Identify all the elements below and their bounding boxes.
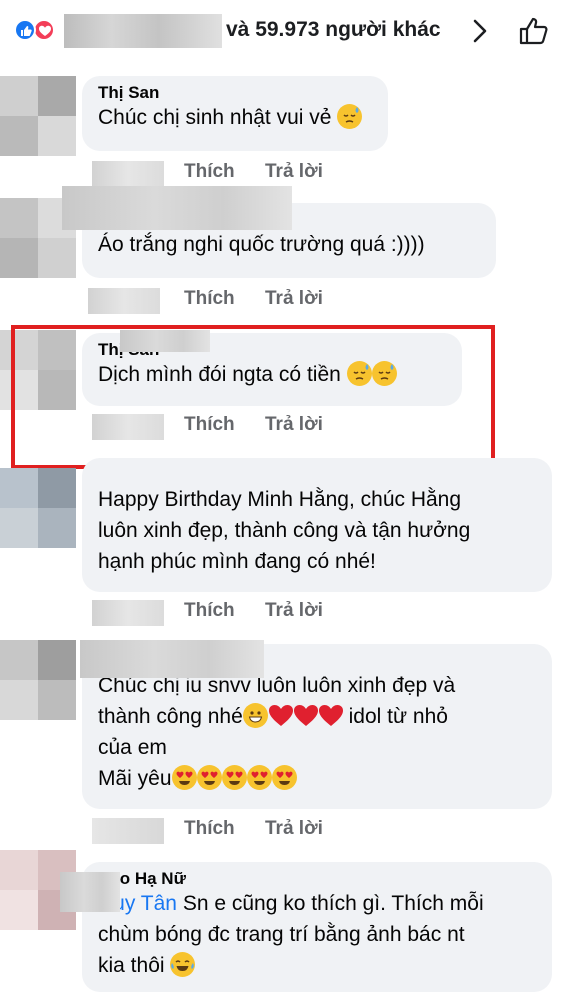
comment-line: thành công nhé [98, 705, 243, 728]
reply-button[interactable]: Trả lời [265, 818, 323, 840]
reactions-header[interactable]: và 59.973 người khác [0, 0, 570, 62]
reply-button[interactable]: Trả lời [265, 288, 323, 310]
heart-eyes-emoji [171, 765, 197, 790]
like-reaction-icon [14, 19, 36, 41]
comment-actions: Thích Trả lời [92, 161, 392, 187]
comment-line: hạnh phúc mình đang có nhé! [98, 550, 376, 573]
reply-button[interactable]: Trả lời [265, 600, 323, 622]
thumbs-up-icon[interactable] [518, 16, 550, 46]
red-heart-emoji [293, 703, 318, 728]
blurred-reactor-names [64, 14, 222, 48]
avatar[interactable] [0, 468, 76, 548]
comment-actions: Thích Trả lời [92, 818, 392, 844]
like-button[interactable]: Thích [184, 600, 235, 622]
chevron-right-icon[interactable] [472, 19, 488, 43]
reply-button[interactable]: Trả lời [265, 161, 323, 183]
comment-line: của em [98, 736, 167, 759]
red-heart-emoji [318, 703, 343, 728]
comment-line: luôn xinh đẹp, thành công và tận hưởng [98, 519, 471, 542]
comment-bubble: Thị San Chúc chị sinh nhật vui vẻ [82, 76, 388, 151]
avatar[interactable] [0, 76, 76, 156]
comment-line: chùm bóng đc trang trí bằng ảnh bác nt [98, 923, 465, 946]
timestamp [92, 161, 164, 187]
love-reaction-icon [33, 19, 55, 41]
heart-eyes-emoji [196, 765, 222, 790]
reaction-count-text[interactable]: và 59.973 người khác [226, 18, 441, 42]
heart-eyes-emoji [221, 765, 247, 790]
comment-author[interactable]: Thị San [98, 86, 372, 102]
heart-eyes-emoji [246, 765, 272, 790]
timestamp [92, 818, 164, 844]
tears-of-joy-emoji [170, 952, 196, 977]
comment-text: Chúc chị sinh nhật vui vẻ [98, 106, 332, 129]
like-button[interactable]: Thích [184, 288, 235, 310]
comment-text: Áo trắng nghi quốc trường quá :)))) [98, 233, 425, 256]
avatar[interactable] [0, 640, 76, 720]
heart-eyes-emoji [271, 765, 297, 790]
comment-bubble: Đào Hạ Nữ Duy Tân Sn e cũng ko thích gì.… [82, 862, 552, 992]
blurred-author-name [62, 186, 292, 230]
timestamp [92, 600, 164, 626]
timestamp [88, 288, 160, 314]
comment-line: idol từ nhỏ [348, 705, 448, 728]
comment-line: Mãi yêu [98, 767, 172, 790]
comment-bubble: Happy Birthday Minh Hằng, chúc Hằng luôn… [82, 458, 552, 592]
downcast-sweat-emoji [337, 104, 363, 129]
red-heart-emoji [268, 703, 293, 728]
like-button[interactable]: Thích [184, 818, 235, 840]
comment-line: Sn e cũng ko thích gì. Thích mỗi [177, 892, 484, 915]
like-button[interactable]: Thích [184, 161, 235, 183]
comment-author[interactable] [98, 468, 536, 484]
comment-author[interactable]: Đào Hạ Nữ [98, 872, 536, 888]
blurred-author-name [80, 640, 264, 678]
comment-line: kia thôi [98, 954, 165, 977]
blurred-author-name [60, 872, 120, 912]
grinning-emoji [242, 703, 268, 728]
comment-actions: Thích Trả lời [92, 600, 392, 626]
comment-line: Happy Birthday Minh Hằng, chúc Hằng [98, 488, 462, 511]
comment-actions: Thích Trả lời [88, 288, 392, 314]
red-highlight-box [11, 325, 495, 469]
